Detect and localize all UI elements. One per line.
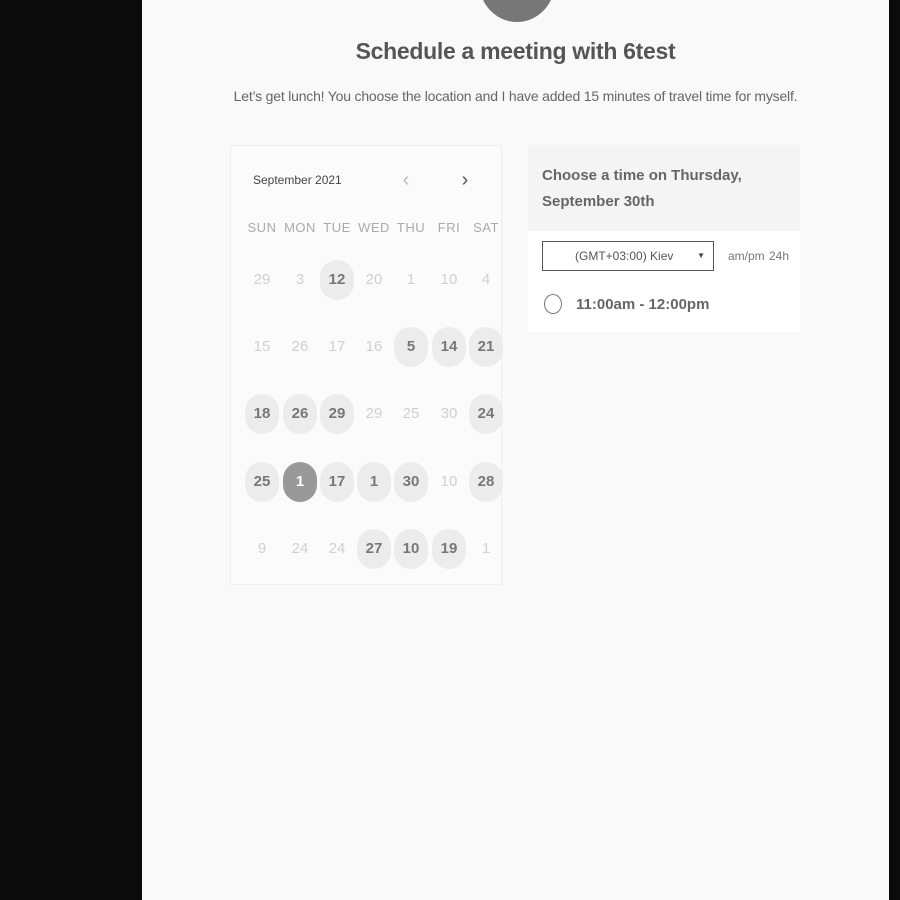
calendar-day[interactable]: 1 <box>357 462 391 502</box>
calendar-day: 1 <box>481 540 491 557</box>
calendar-day[interactable]: 5 <box>394 327 428 367</box>
calendar-day: 26 <box>291 338 309 355</box>
calendar-day: 29 <box>253 271 271 288</box>
calendar-day[interactable]: 30 <box>394 462 428 502</box>
calendar-day: 9 <box>257 540 267 557</box>
weekday-wed: WED <box>358 220 390 235</box>
calendar-day: 1 <box>406 271 416 288</box>
calendar-day[interactable]: 21 <box>469 327 503 367</box>
calendar-day[interactable]: 24 <box>469 394 503 434</box>
calendar-day: 10 <box>440 473 458 490</box>
booking-page: Schedule a meeting with 6test Let’s get … <box>142 0 889 900</box>
calendar-day[interactable]: 10 <box>394 529 428 569</box>
calendar-day: 24 <box>291 540 309 557</box>
weekday-fri: FRI <box>437 220 461 235</box>
calendar-day[interactable]: 28 <box>469 462 503 502</box>
calendar-day: 30 <box>440 405 458 422</box>
time-panel-title: Choose a time on Thursday, September 30t… <box>542 167 742 210</box>
weekday-tue: TUE <box>323 220 351 235</box>
calendar-day[interactable]: 19 <box>432 529 466 569</box>
calendar-day: 20 <box>365 271 383 288</box>
calendar-day[interactable]: 25 <box>245 462 279 502</box>
calendar-day: 10 <box>440 271 458 288</box>
time-slot[interactable]: 11:00am - 12:00pm <box>544 294 784 318</box>
timezone-select[interactable]: (GMT+03:00) Kiev ▼ <box>542 241 714 271</box>
caret-down-icon: ▼ <box>697 251 705 260</box>
calendar-day[interactable]: 17 <box>320 462 354 502</box>
time-panel: Choose a time on Thursday, September 30t… <box>528 145 800 332</box>
calendar-day[interactable]: 18 <box>245 394 279 434</box>
weekday-header: SUN MON TUE WED THU FRI SAT <box>231 220 503 238</box>
timezone-value: (GMT+03:00) Kiev <box>575 249 674 263</box>
calendar-day: 3 <box>295 271 305 288</box>
calendar-day[interactable]: 27 <box>357 529 391 569</box>
calendar-day: 4 <box>481 271 491 288</box>
weekday-mon: MON <box>284 220 316 235</box>
calendar-day-selected[interactable]: 1 <box>283 462 317 502</box>
calendar-day[interactable]: 12 <box>320 260 354 300</box>
weekday-sat: SAT <box>473 220 499 235</box>
radio-icon[interactable] <box>544 294 562 314</box>
time-slot-label: 11:00am - 12:00pm <box>576 296 710 313</box>
calendar-day: 24 <box>328 540 346 557</box>
calendar-month-label: September 2021 <box>253 173 342 187</box>
format-ampm-toggle[interactable]: am/pm <box>728 249 765 263</box>
time-panel-header: Choose a time on Thursday, September 30t… <box>528 145 800 231</box>
page-subtitle: Let’s get lunch! You choose the location… <box>233 88 798 104</box>
calendar-day: 17 <box>328 338 346 355</box>
calendar-day[interactable]: 14 <box>432 327 466 367</box>
avatar <box>479 0 555 22</box>
chevron-left-icon[interactable]: ‹ <box>396 168 416 192</box>
calendar: September 2021 ‹ › SUN MON TUE WED THU FRI SAT… <box>230 145 503 585</box>
weekday-thu: THU <box>396 220 426 235</box>
weekday-sun: SUN <box>247 220 277 235</box>
page-title: Schedule a meeting with 6test <box>355 38 676 64</box>
calendar-day: 16 <box>365 338 383 355</box>
format-24h-toggle[interactable]: 24h <box>769 249 789 263</box>
calendar-day[interactable]: 26 <box>283 394 317 434</box>
calendar-day[interactable]: 29 <box>320 394 354 434</box>
calendar-day: 25 <box>402 405 420 422</box>
calendar-day: 15 <box>253 338 271 355</box>
calendar-day: 29 <box>365 405 383 422</box>
chevron-right-icon[interactable]: › <box>455 168 475 192</box>
